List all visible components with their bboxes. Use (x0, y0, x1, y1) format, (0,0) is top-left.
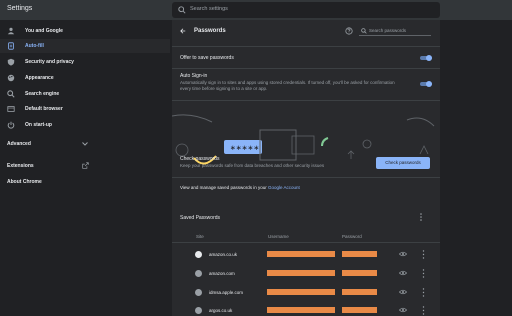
sidebar-item-you-and-google[interactable]: You and Google (0, 24, 170, 38)
search-icon (7, 90, 15, 98)
sidebar-item-label: Advanced (7, 140, 31, 147)
username-redacted (267, 270, 335, 276)
divider (172, 242, 440, 243)
settings-search-input[interactable]: Search settings (172, 2, 440, 18)
help-icon[interactable] (345, 27, 353, 35)
sidebar-item-about-chrome[interactable]: About Chrome (0, 175, 170, 189)
site-name: amazon.com (209, 271, 235, 276)
chevron-down-icon (82, 142, 88, 146)
more-vert-icon[interactable] (422, 250, 425, 259)
password-redacted (342, 270, 377, 276)
password-search-input[interactable]: Search passwords (359, 26, 431, 36)
more-vert-icon[interactable] (422, 306, 425, 315)
column-header-username: Username (268, 234, 289, 239)
username-redacted (267, 251, 335, 257)
page-title: Passwords (194, 28, 226, 34)
eye-icon[interactable] (399, 289, 407, 295)
sidebar-item-security-and-privacy[interactable]: Security and privacy (0, 55, 170, 69)
sidebar-item-extensions[interactable]: Extensions (0, 159, 170, 173)
password-redacted (342, 289, 377, 295)
password-search-placeholder: Search passwords (369, 28, 407, 33)
top-bar: Settings Search settings (0, 0, 512, 20)
svg-text:∗∗∗∗∗: ∗∗∗∗∗ (230, 144, 259, 152)
palette-icon (7, 74, 15, 82)
table-row: argos.co.uk (172, 302, 440, 316)
offer-to-save-toggle[interactable] (420, 55, 432, 61)
sidebar-item-label: Appearance (25, 74, 54, 81)
sidebar-item-advanced[interactable]: Advanced (0, 137, 170, 151)
check-passwords-button[interactable]: Check passwords (376, 157, 430, 169)
site-name: argos.co.uk (209, 308, 233, 313)
site-name: amazon.co.uk (209, 252, 238, 257)
table-row: amazon.co.uk (172, 246, 440, 264)
check-passwords-description: Keep your passwords safe from data breac… (180, 163, 325, 168)
sidebar-item-label: Security and privacy (25, 58, 74, 65)
toggle-knob (426, 55, 432, 61)
auto-signin-description: Automatically sign in to sites and apps … (180, 80, 395, 91)
more-vert-icon[interactable] (422, 269, 425, 278)
sidebar-item-label: You and Google (25, 27, 63, 34)
search-icon (178, 6, 186, 14)
sidebar-item-on-start-up[interactable]: On start-up (0, 118, 170, 132)
browser-icon (7, 106, 15, 112)
shield-icon (7, 58, 15, 66)
sidebar-item-label: Search engine (25, 90, 60, 97)
passwords-card: Passwords Search passwords Offer to save… (172, 20, 440, 316)
sidebar-item-label: Default browser (25, 105, 63, 112)
divider (172, 100, 440, 101)
more-vert-icon[interactable] (422, 288, 425, 297)
toggle-knob (426, 81, 432, 87)
manage-passwords-prefix: View and manage saved passwords in your (180, 185, 268, 190)
open-in-new-icon (82, 162, 89, 169)
sidebar-item-default-browser[interactable]: Default browser (0, 102, 170, 116)
password-redacted (342, 251, 377, 257)
sidebar: You and Google Auto-fill Security and pr… (0, 20, 170, 316)
sidebar-item-label: About Chrome (7, 178, 42, 185)
offer-to-save-label: Offer to save passwords (180, 55, 234, 61)
column-header-password: Password (342, 234, 362, 239)
globe-icon (195, 289, 202, 296)
back-arrow-icon[interactable] (180, 28, 186, 34)
divider (172, 68, 440, 69)
sidebar-item-label: Extensions (7, 162, 34, 169)
username-redacted (267, 289, 335, 295)
username-redacted (267, 307, 335, 313)
eye-icon[interactable] (399, 307, 407, 313)
divider (172, 46, 440, 47)
sidebar-item-label: Auto-fill (25, 42, 44, 49)
auto-signin-toggle[interactable] (420, 81, 432, 87)
google-account-link[interactable]: Google Account (268, 185, 300, 190)
person-icon (7, 27, 15, 35)
autofill-icon (8, 42, 14, 50)
app-title: Settings (7, 5, 33, 12)
table-row: amazon.com (172, 265, 440, 283)
password-redacted (342, 307, 377, 313)
search-icon (361, 28, 367, 34)
table-row: idmsa.apple.com (172, 284, 440, 302)
auto-signin-label: Auto Sign-in (180, 73, 208, 79)
globe-icon (195, 270, 202, 277)
search-placeholder: Search settings (190, 6, 228, 12)
sidebar-item-label: On start-up (25, 121, 52, 128)
divider (172, 177, 440, 178)
eye-icon[interactable] (399, 270, 407, 276)
more-vert-icon[interactable] (418, 213, 424, 221)
eye-icon[interactable] (399, 251, 407, 257)
sidebar-item-auto-fill[interactable]: Auto-fill (0, 39, 170, 53)
site-name: idmsa.apple.com (209, 290, 244, 295)
sidebar-item-search-engine[interactable]: Search engine (0, 87, 170, 101)
power-icon (7, 121, 15, 129)
check-passwords-label: Check passwords (180, 156, 220, 162)
sidebar-item-appearance[interactable]: Appearance (0, 71, 170, 85)
column-header-site: Site (196, 234, 204, 239)
saved-passwords-title: Saved Passwords (180, 215, 221, 221)
manage-passwords-text: View and manage saved passwords in your … (180, 185, 300, 190)
globe-icon (195, 307, 202, 314)
amazon-site-icon (195, 251, 202, 258)
